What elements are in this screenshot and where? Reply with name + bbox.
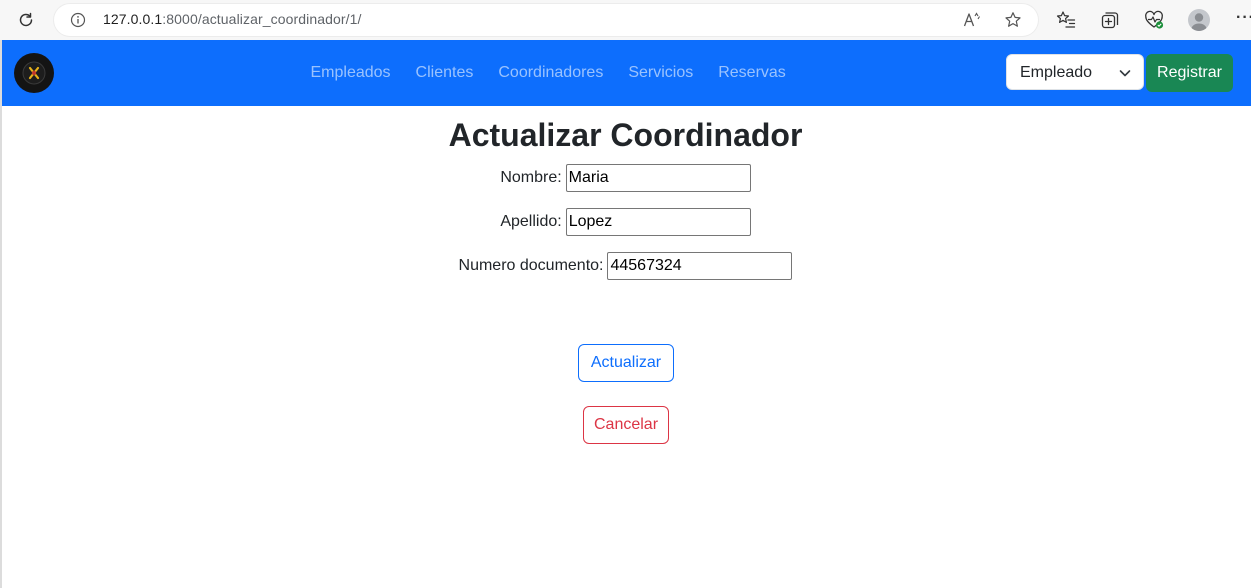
register-button[interactable]: Registrar bbox=[1146, 54, 1233, 92]
nombre-label: Nombre: bbox=[500, 169, 562, 186]
documento-input[interactable] bbox=[607, 252, 793, 280]
logo-icon bbox=[22, 61, 46, 85]
navbar: Empleados Clientes Coordinadores Servici… bbox=[2, 40, 1251, 106]
url-host: 127.0.0.1 bbox=[103, 11, 163, 27]
cancel-button[interactable]: Cancelar bbox=[583, 406, 669, 444]
read-aloud-button[interactable] bbox=[962, 10, 982, 30]
reload-icon bbox=[19, 12, 33, 27]
brand-logo[interactable] bbox=[14, 53, 54, 93]
page-title: Actualizar Coordinador bbox=[448, 117, 803, 153]
favorites-list-icon bbox=[1056, 11, 1076, 28]
nav-link-reservas[interactable]: Reservas bbox=[706, 64, 799, 82]
role-select-value: Empleado bbox=[1020, 64, 1093, 81]
more-icon[interactable]: ··· bbox=[1236, 9, 1251, 27]
apellido-input[interactable] bbox=[565, 208, 751, 236]
form-row-documento: Numero documento: bbox=[0, 252, 1251, 280]
form-row-apellido: Apellido: bbox=[0, 208, 1251, 236]
role-select[interactable]: Empleado bbox=[1006, 54, 1144, 90]
apellido-label: Apellido: bbox=[500, 213, 562, 230]
collections-icon bbox=[1101, 12, 1119, 29]
read-aloud-icon bbox=[963, 12, 980, 27]
browser-essentials-icon bbox=[1145, 10, 1164, 29]
address-bar[interactable]: 127.0.0.1:8000/actualizar_coordinador/1/ bbox=[54, 4, 1038, 36]
nav-link-clientes[interactable]: Clientes bbox=[403, 64, 486, 82]
form-row-nombre: Nombre: bbox=[0, 164, 1251, 192]
nav-links: Empleados Clientes Coordinadores Servici… bbox=[298, 40, 798, 106]
profile-icon bbox=[1191, 13, 1207, 31]
favorites-button[interactable] bbox=[1055, 9, 1077, 31]
favorite-star-icon bbox=[1005, 12, 1021, 27]
browser-toolbar: 127.0.0.1:8000/actualizar_coordinador/1/ bbox=[0, 0, 1251, 40]
nav-link-empleados[interactable]: Empleados bbox=[298, 64, 403, 82]
browser-essentials-button[interactable] bbox=[1143, 9, 1165, 31]
documento-label: Numero documento: bbox=[458, 257, 604, 274]
nav-link-servicios[interactable]: Servicios bbox=[616, 64, 706, 82]
favorite-button[interactable] bbox=[1003, 10, 1023, 30]
url-path: :8000/actualizar_coordinador/1/ bbox=[162, 11, 362, 27]
nombre-input[interactable] bbox=[565, 164, 751, 192]
nav-link-coordinadores[interactable]: Coordinadores bbox=[486, 64, 616, 82]
reload-button[interactable] bbox=[14, 8, 38, 32]
url-text[interactable]: 127.0.0.1:8000/actualizar_coordinador/1/ bbox=[103, 11, 362, 27]
update-button[interactable]: Actualizar bbox=[578, 344, 674, 382]
chevron-down-icon bbox=[1119, 70, 1131, 77]
collections-button[interactable] bbox=[1099, 9, 1121, 31]
info-icon[interactable] bbox=[70, 12, 86, 28]
profile-button[interactable] bbox=[1188, 9, 1210, 31]
